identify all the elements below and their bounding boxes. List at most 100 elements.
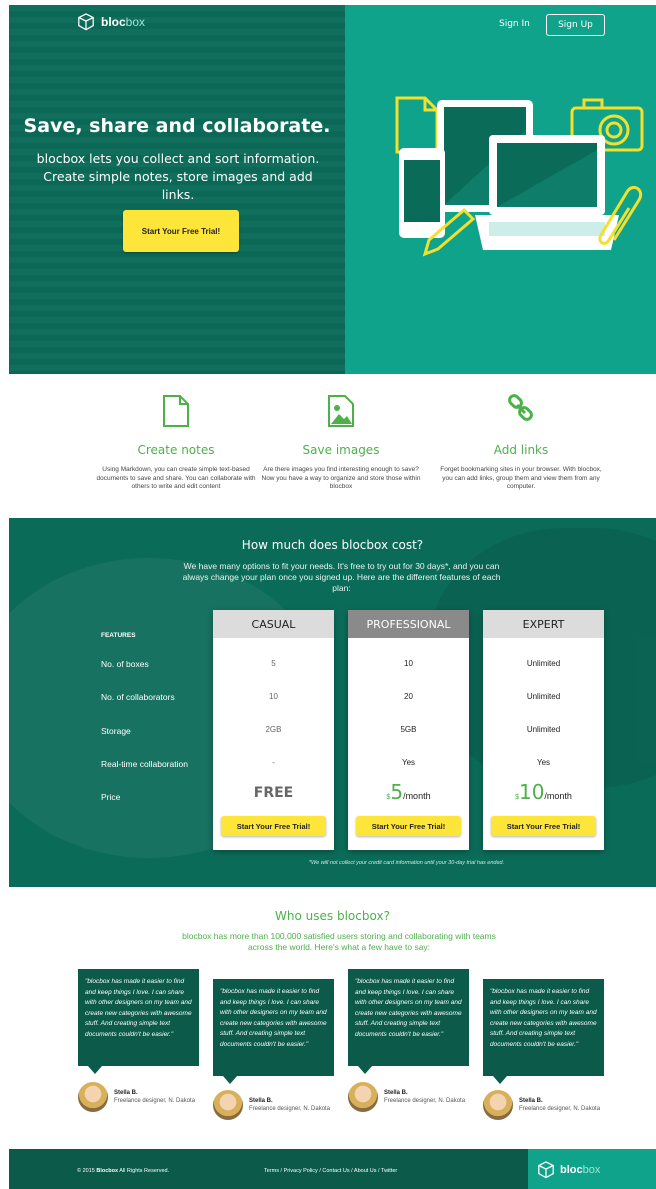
hero-subtitle: blocbox lets you collect and sort inform… [36, 151, 320, 202]
plan-storage: Unlimited [526, 725, 561, 734]
pricing-title: How much does blocbox cost? [241, 538, 424, 552]
copyright-brand: Blocbox [96, 1168, 119, 1174]
signin-link[interactable]: Sign In [499, 19, 530, 29]
footer-copyright: © 2015 Blocbox All Rights Reserved. [77, 1168, 169, 1174]
image-icon [328, 395, 354, 427]
author-role: Freelance designer, N. Dakota [519, 1106, 601, 1112]
feature-add-links: Add links Forget bookmarking sites in yo… [436, 394, 606, 492]
author-name: Stella B. [114, 1090, 138, 1096]
features-column-heading: FEATURES [101, 632, 136, 639]
avatar [483, 1090, 513, 1120]
footer-link-about[interactable]: About Us [354, 1168, 377, 1174]
plan-collaborators: Unlimited [526, 692, 561, 701]
cube-logo-icon [538, 1161, 554, 1179]
plan-collaborators: 20 [404, 692, 413, 701]
plan-collaborators: 10 [269, 692, 278, 701]
copyright-year: © 2015 [77, 1168, 95, 1174]
footer-link-twitter[interactable]: Twitter [381, 1168, 397, 1174]
feature-title: Add links [493, 443, 549, 457]
feature-title: Create notes [137, 443, 215, 457]
feature-title: Save images [302, 443, 380, 457]
plan-realtime: Yes [536, 758, 551, 767]
footer-link-terms[interactable]: Terms [264, 1168, 279, 1174]
feature-create-notes: Create notes Using Markdown, you can cre… [91, 394, 261, 492]
footer: © 2015 Blocbox All Rights Reserved. Term… [9, 1149, 656, 1189]
plan-boxes: 10 [404, 659, 413, 668]
author-role: Freelance designer, N. Dakota [384, 1098, 466, 1104]
feature-row-label: Real-time collaboration [101, 759, 188, 769]
link-icon [508, 394, 533, 421]
footer-logo[interactable]: blocbox [537, 1161, 600, 1179]
footer-link-privacy[interactable]: Privacy Policy [284, 1168, 318, 1174]
avatar [348, 1082, 378, 1112]
footer-link-contact[interactable]: Contact Us [322, 1168, 349, 1174]
feature-row-label: Price [101, 792, 121, 802]
author-name: Stella B. [384, 1090, 408, 1096]
feature-description: Using Markdown, you can create simple te… [96, 466, 256, 490]
hero-title: Save, share and collaborate. [23, 115, 331, 137]
plan-cta-button[interactable]: Start Your Free Trial! [491, 816, 596, 836]
feature-row-label: No. of boxes [101, 659, 149, 669]
author-role: Freelance designer, N. Dakota [114, 1098, 196, 1104]
testimonial-quote: "blocbox has made it easier to find and … [348, 969, 469, 1074]
testimonials-title: Who uses blocbox? [275, 909, 390, 923]
avatar [213, 1090, 243, 1120]
cube-logo-icon [78, 13, 94, 31]
testimonials-section: Who uses blocbox? blocbox has more than … [9, 887, 656, 1149]
author-role: Freelance designer, N. Dakota [249, 1106, 331, 1112]
price-period: /month [544, 791, 572, 801]
document-icon [163, 395, 189, 427]
features-section: Create notes Using Markdown, you can cre… [9, 374, 656, 518]
testimonial-quote: "blocbox has made it easier to find and … [483, 979, 604, 1084]
pricing-intro: We have many options to fit your needs. … [182, 561, 501, 593]
plan-realtime: - [272, 758, 275, 767]
hero-section: blocbox Sign In Sign Up Save, share and … [9, 5, 656, 374]
feature-description: Forget bookmarking sites in your browser… [440, 466, 602, 490]
feature-row-label: Storage [101, 726, 131, 736]
feature-description: Are there images you find interesting en… [261, 466, 421, 490]
signup-button[interactable]: Sign Up [546, 14, 605, 36]
testimonial-author: Stella B. Freelance designer, N. Dakota [483, 1090, 600, 1120]
plan-price: FREE [253, 785, 294, 801]
testimonial-quote: "blocbox has made it easier to find and … [213, 979, 334, 1084]
pricing-disclaimer: *We will not collect your credit card in… [308, 860, 505, 866]
author-name: Stella B. [249, 1098, 273, 1104]
plan-boxes: 5 [271, 659, 276, 668]
plan-price: $5/month [348, 780, 469, 804]
logo-text-light: box [125, 15, 146, 29]
plan-boxes: Unlimited [526, 659, 561, 668]
devices-illustration-icon [395, 96, 644, 257]
testimonials-intro: blocbox has more than 100,000 satisfied … [182, 931, 496, 952]
logo-text-light: box [582, 1164, 601, 1176]
plan-realtime: Yes [401, 758, 416, 767]
copyright-suffix: All Rights Reserved. [119, 1168, 170, 1174]
plan-price: $10/month [483, 780, 604, 804]
logo-text-bold: bloc [560, 1164, 583, 1176]
plan-storage: 5GB [400, 725, 417, 734]
feature-row-label: No. of collaborators [101, 692, 175, 702]
price-period: /month [403, 791, 431, 801]
pricing-section: How much does blocbox cost? We have many… [9, 518, 656, 887]
price-amount: 10 [518, 780, 545, 804]
plan-cta-button[interactable]: Start Your Free Trial! [221, 816, 326, 836]
testimonial-author: Stella B. Freelance designer, N. Dakota [213, 1090, 330, 1120]
author-name: Stella B. [519, 1098, 543, 1104]
plan-card-casual: CASUAL 5 10 2GB - FREE Start Your Free T… [213, 610, 334, 850]
plan-card-expert: EXPERT Unlimited Unlimited Unlimited Yes… [483, 610, 604, 850]
footer-links: Terms / Privacy Policy / Contact Us / Ab… [264, 1168, 398, 1174]
plan-storage: 2GB [265, 725, 282, 734]
plan-name: EXPERT [483, 610, 604, 638]
plan-name: PROFESSIONAL [348, 610, 469, 638]
plan-card-professional: PROFESSIONAL 10 20 5GB Yes $5/month Star… [348, 610, 469, 850]
testimonial-author: Stella B. Freelance designer, N. Dakota [78, 1082, 195, 1112]
avatar [78, 1082, 108, 1112]
hero-cta-button[interactable]: Start Your Free Trial! [123, 210, 239, 252]
plan-name: CASUAL [213, 610, 334, 638]
price-amount: 5 [390, 780, 404, 804]
testimonial-author: Stella B. Freelance designer, N. Dakota [348, 1082, 465, 1112]
plan-cta-button[interactable]: Start Your Free Trial! [356, 816, 461, 836]
header-logo[interactable]: blocbox [77, 13, 145, 31]
page: blocbox Sign In Sign Up Save, share and … [0, 0, 656, 1189]
logo-text-bold: bloc [101, 15, 126, 29]
feature-save-images: Save images Are there images you find in… [256, 394, 426, 492]
